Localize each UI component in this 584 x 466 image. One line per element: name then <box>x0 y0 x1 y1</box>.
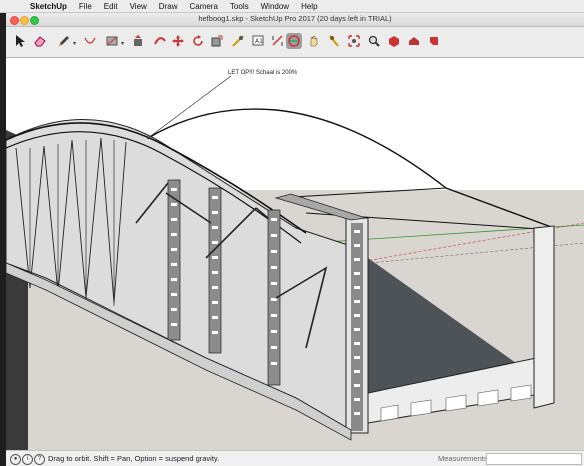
zoom-extents-icon[interactable] <box>346 33 362 49</box>
shape-icon[interactable] <box>104 33 120 49</box>
orbit-icon[interactable] <box>286 33 302 49</box>
sketchup-window: hefboog1.skp - SketchUp Pro 2017 (20 day… <box>6 13 584 466</box>
menu-tools[interactable]: Tools <box>230 2 249 11</box>
measurements-label: Measurements <box>438 454 488 463</box>
follow-me-icon[interactable] <box>152 33 168 49</box>
walk-icon[interactable] <box>326 33 342 49</box>
menu-camera[interactable]: Camera <box>189 2 217 11</box>
layout-icon[interactable] <box>426 33 442 49</box>
move-icon[interactable] <box>170 33 186 49</box>
pencil-icon[interactable] <box>56 33 72 49</box>
menu-bar: SketchUp File Edit View Draw Camera Tool… <box>0 0 584 13</box>
drawing-area[interactable]: LET OP!!! Schaal is 200% <box>6 58 584 450</box>
eraser-icon[interactable] <box>32 33 48 49</box>
menu-window[interactable]: Window <box>261 2 289 11</box>
status-message: Drag to orbit. Shift = Pan, Option = sus… <box>48 454 220 463</box>
bridge-model-view[interactable] <box>6 58 584 450</box>
rotate-icon[interactable] <box>190 33 206 49</box>
3d-warehouse-icon[interactable] <box>386 33 402 49</box>
svg-text:A1: A1 <box>255 38 263 45</box>
window-title: hefboog1.skp - SketchUp Pro 2017 (20 day… <box>198 14 392 23</box>
measurements-input[interactable] <box>486 453 582 465</box>
rectangle-icon[interactable] <box>82 33 98 49</box>
extension-warehouse-icon[interactable] <box>406 33 422 49</box>
scale-warning-annotation[interactable]: LET OP!!! Schaal is 200% <box>228 70 297 76</box>
menu-app-name[interactable]: SketchUp <box>30 2 67 11</box>
scale-icon[interactable] <box>209 33 225 49</box>
zoom-icon[interactable] <box>366 33 382 49</box>
shape-dropdown-icon[interactable]: ▾ <box>121 40 124 47</box>
tape-measure-icon[interactable] <box>230 33 246 49</box>
title-bar[interactable]: hefboog1.skp - SketchUp Pro 2017 (20 day… <box>6 13 584 27</box>
geo-location-icon[interactable]: ● <box>10 454 21 465</box>
pan-icon[interactable] <box>306 33 322 49</box>
toolbar: ▾ ▾ A1 <box>6 27 584 58</box>
menu-file[interactable]: File <box>79 2 92 11</box>
menu-edit[interactable]: Edit <box>104 2 118 11</box>
select-arrow-icon[interactable] <box>12 33 28 49</box>
credits-icon[interactable]: i <box>22 454 33 465</box>
help-icon[interactable]: ? <box>34 454 45 465</box>
dimension-icon[interactable] <box>270 33 286 49</box>
menu-help[interactable]: Help <box>301 2 317 11</box>
pencil-dropdown-icon[interactable]: ▾ <box>73 40 76 47</box>
status-bar: ● i ? Drag to orbit. Shift = Pan, Option… <box>6 450 584 466</box>
menu-view[interactable]: View <box>130 2 147 11</box>
text-icon[interactable]: A1 <box>250 33 266 49</box>
push-pull-icon[interactable] <box>130 33 146 49</box>
menu-draw[interactable]: Draw <box>159 2 178 11</box>
